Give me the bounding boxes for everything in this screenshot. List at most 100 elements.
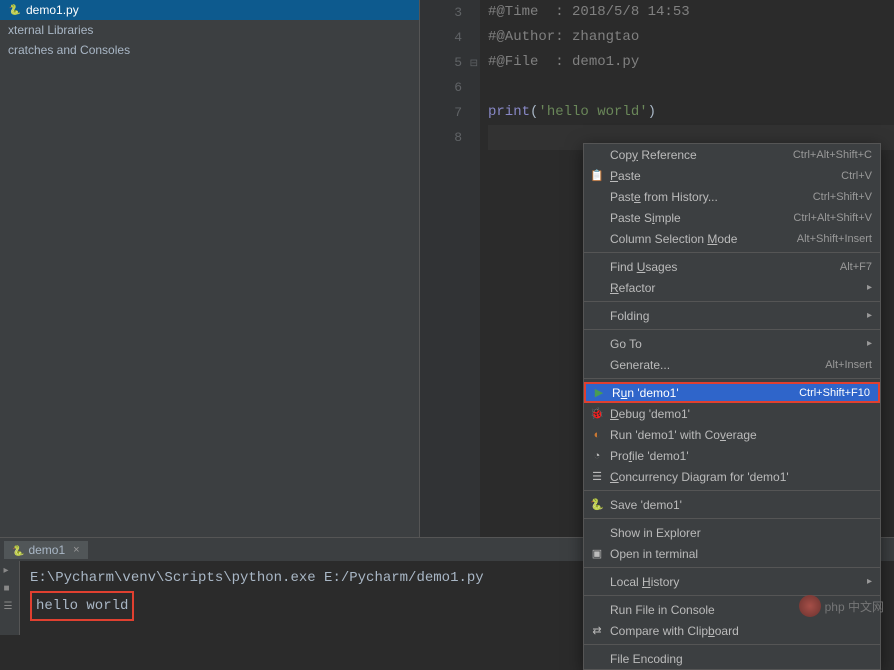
menu-item-label: Run 'demo1' — [612, 386, 799, 400]
tree-item-demo1[interactable]: demo1.py — [0, 0, 419, 20]
menu-separator — [584, 644, 880, 645]
menu-separator — [584, 518, 880, 519]
menu-item[interactable]: Local History ▸ — [584, 571, 880, 592]
menu-item-label: Show in Explorer — [610, 526, 872, 540]
menu-item-label: Column Selection Mode — [610, 232, 797, 246]
tree-item-external-libraries[interactable]: xternal Libraries — [0, 20, 419, 40]
menu-item[interactable]: Refactor ▸ — [584, 277, 880, 298]
menu-item-label: Local History — [610, 575, 861, 589]
code-comment: #@File : demo1.py — [488, 54, 639, 70]
menu-item-label: Save 'demo1' — [610, 498, 872, 512]
line-number: 7 — [420, 100, 462, 125]
menu-separator — [584, 567, 880, 568]
menu-item[interactable]: 🐞 Debug 'demo1' — [584, 403, 880, 424]
menu-item-label: Paste Simple — [610, 211, 793, 225]
menu-separator — [584, 490, 880, 491]
menu-item-shortcut: Alt+Shift+Insert — [797, 233, 872, 245]
line-number: 5 — [420, 50, 462, 75]
menu-item[interactable]: Paste from History...Ctrl+Shift+V — [584, 186, 880, 207]
python-file-icon: 🐍 — [589, 497, 605, 513]
menu-item-shortcut: Ctrl+Shift+V — [813, 191, 872, 203]
menu-item-label: Compare with Clipboard — [610, 624, 872, 638]
profile-icon: ◔ — [589, 448, 605, 464]
chevron-right-icon: ▸ — [867, 338, 872, 349]
settings-icon[interactable]: ☰ — [4, 601, 16, 613]
menu-item[interactable]: Folding▸ — [584, 305, 880, 326]
watermark-small: php — [825, 600, 845, 614]
terminal-icon: ▣ — [589, 546, 605, 562]
tree-item-label: cratches and Consoles — [8, 43, 130, 57]
tree-item-label: xternal Libraries — [8, 23, 93, 37]
code-comment: #@Time : 2018/5/8 14:53 — [488, 4, 690, 20]
chevron-right-icon: ▸ — [867, 282, 872, 293]
menu-item-label: Open in terminal — [610, 547, 872, 561]
menu-item-label: Paste from History... — [610, 190, 813, 204]
menu-item[interactable]: Show in Explorer — [584, 522, 880, 543]
menu-item[interactable]: ◔ Profile 'demo1' — [584, 445, 880, 466]
tab-demo1[interactable]: demo1 × — [4, 541, 88, 559]
menu-item-shortcut: Ctrl+Alt+Shift+C — [793, 149, 872, 161]
line-number: 6 — [420, 75, 462, 100]
menu-item[interactable]: Generate...Alt+Insert — [584, 354, 880, 375]
watermark: php 中文网 — [799, 595, 884, 617]
line-number: 4 — [420, 25, 462, 50]
chevron-right-icon: ▸ — [867, 310, 872, 321]
menu-item[interactable]: ◐Run 'demo1' with Coverage — [584, 424, 880, 445]
code-comment: #@Author: zhangtao — [488, 29, 639, 45]
tab-label: demo1 — [28, 543, 65, 557]
code-string: 'hello world' — [538, 104, 647, 120]
menu-item-label: Generate... — [610, 358, 825, 372]
menu-item[interactable]: Go To ▸ — [584, 333, 880, 354]
menu-item[interactable]: ☰ Concurrency Diagram for 'demo1' — [584, 466, 880, 487]
menu-item-shortcut: Ctrl+V — [841, 170, 872, 182]
menu-item-shortcut: Ctrl+Shift+F10 — [799, 387, 870, 399]
stop-icon[interactable]: ■ — [4, 583, 16, 595]
menu-item-label: Paste — [610, 169, 841, 183]
run-icon: ▶ — [591, 385, 607, 401]
project-sidebar: demo1.py xternal Libraries cratches and … — [0, 0, 420, 537]
tree-item-scratches[interactable]: cratches and Consoles — [0, 40, 419, 60]
menu-item[interactable]: ▣ Open in terminal — [584, 543, 880, 564]
console-stdout: hello world — [30, 591, 134, 621]
close-icon[interactable]: × — [73, 544, 79, 556]
menu-item[interactable]: Find UsagesAlt+F7 — [584, 256, 880, 277]
menu-item-label: Profile 'demo1' — [610, 449, 872, 463]
chevron-right-icon: ▸ — [867, 576, 872, 587]
editor-gutter: 3 4 5 6 7 8 ⊟ — [420, 0, 480, 537]
line-number: 3 — [420, 0, 462, 25]
concurrency-icon: ☰ — [589, 469, 605, 485]
menu-item-shortcut: Alt+Insert — [825, 359, 872, 371]
logo-icon — [799, 595, 821, 617]
menu-item[interactable]: 📋PasteCtrl+V — [584, 165, 880, 186]
menu-item-label: Debug 'demo1' — [610, 407, 872, 421]
menu-item-label: File Encoding — [610, 652, 872, 666]
menu-item-label: Refactor — [610, 281, 861, 295]
python-file-icon — [12, 543, 24, 557]
console-toolbar: ▸ ■ ☰ — [0, 561, 20, 635]
menu-item-label: Find Usages — [610, 260, 840, 274]
line-number: 8 — [420, 125, 462, 150]
menu-separator — [584, 378, 880, 379]
menu-item-label: Concurrency Diagram for 'demo1' — [610, 470, 872, 484]
menu-item[interactable]: ▶ Run 'demo1'Ctrl+Shift+F10 — [584, 382, 880, 403]
menu-item-label: Go To — [610, 337, 861, 351]
editor-context-menu: Copy ReferenceCtrl+Alt+Shift+C📋PasteCtrl… — [583, 143, 881, 670]
menu-item[interactable]: Column Selection ModeAlt+Shift+Insert — [584, 228, 880, 249]
menu-separator — [584, 301, 880, 302]
menu-item-label: Run 'demo1' with Coverage — [610, 428, 872, 442]
fold-icon[interactable]: ⊟ — [470, 52, 478, 77]
menu-separator — [584, 252, 880, 253]
python-file-icon — [8, 3, 22, 17]
menu-separator — [584, 329, 880, 330]
code-keyword: print — [488, 104, 530, 120]
menu-item[interactable]: Paste SimpleCtrl+Alt+Shift+V — [584, 207, 880, 228]
menu-item[interactable]: ⇄Compare with Clipboard — [584, 620, 880, 641]
debug-icon: 🐞 — [589, 406, 605, 422]
menu-item[interactable]: File Encoding — [584, 648, 880, 669]
menu-item[interactable]: 🐍 Save 'demo1' — [584, 494, 880, 515]
menu-item-shortcut: Alt+F7 — [840, 261, 872, 273]
menu-item[interactable]: Copy ReferenceCtrl+Alt+Shift+C — [584, 144, 880, 165]
tree-item-label: demo1.py — [26, 3, 79, 17]
rerun-icon[interactable]: ▸ — [4, 565, 16, 577]
menu-item-label: Copy Reference — [610, 148, 793, 162]
